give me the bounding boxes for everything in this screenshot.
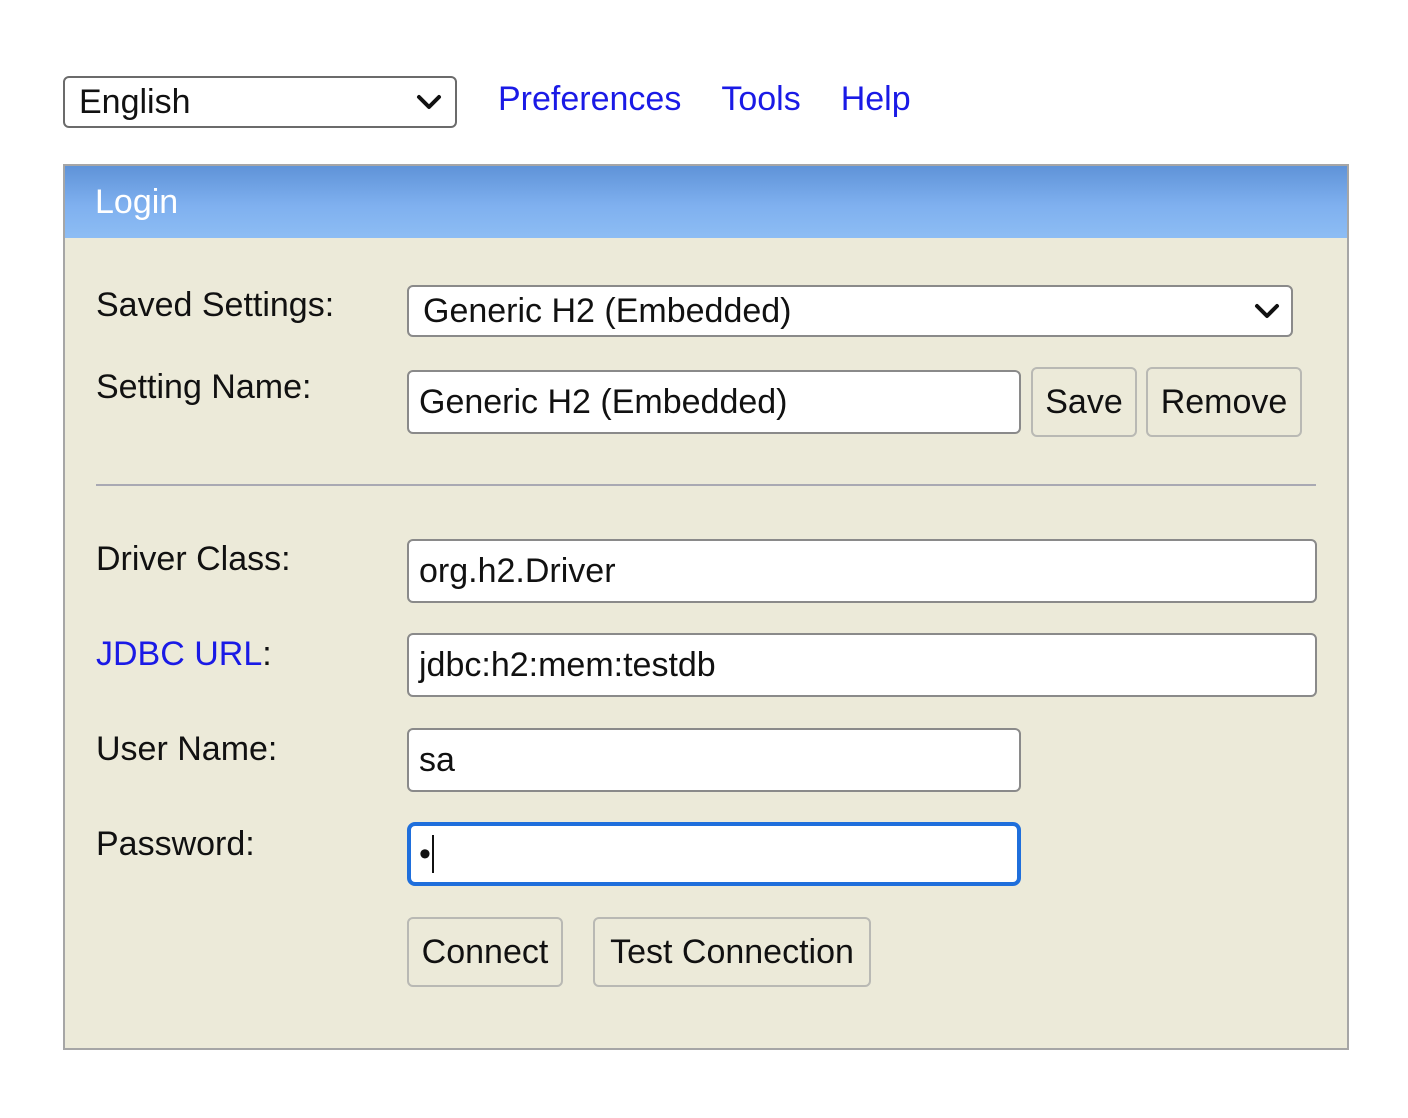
setting-name-label: Setting Name: — [96, 368, 312, 406]
saved-settings-value: Generic H2 (Embedded) — [423, 291, 792, 330]
user-name-value: sa — [419, 740, 455, 779]
login-panel: Login Saved Settings: Generic H2 (Embedd… — [63, 164, 1349, 1050]
panel-title: Login — [65, 166, 1347, 238]
user-name-input[interactable]: sa — [407, 728, 1021, 792]
user-name-label: User Name: — [96, 730, 278, 768]
remove-button[interactable]: Remove — [1146, 367, 1302, 437]
divider — [96, 484, 1316, 486]
connect-button[interactable]: Connect — [407, 917, 563, 987]
save-button[interactable]: Save — [1031, 367, 1137, 437]
password-input[interactable]: • — [407, 822, 1021, 886]
saved-settings-label: Saved Settings: — [96, 286, 335, 324]
setting-name-value: Generic H2 (Embedded) — [419, 382, 788, 421]
tools-link[interactable]: Tools — [721, 80, 800, 119]
jdbc-url-input[interactable]: jdbc:h2:mem:testdb — [407, 633, 1317, 697]
test-connection-button[interactable]: Test Connection — [593, 917, 871, 987]
text-caret — [431, 835, 434, 873]
setting-name-input[interactable]: Generic H2 (Embedded) — [407, 370, 1021, 434]
top-nav-links: Preferences Tools Help — [498, 80, 911, 119]
help-link[interactable]: Help — [841, 80, 911, 119]
jdbc-url-label: JDBC URL: — [96, 635, 272, 674]
password-value: • — [419, 834, 431, 873]
language-select-value: English — [79, 82, 191, 121]
jdbc-url-value: jdbc:h2:mem:testdb — [419, 645, 716, 684]
jdbc-url-colon: : — [262, 635, 272, 673]
saved-settings-select[interactable]: Generic H2 (Embedded) — [407, 285, 1293, 337]
chevron-down-icon — [1253, 297, 1281, 325]
top-bar: English — [63, 75, 457, 129]
driver-class-value: org.h2.Driver — [419, 551, 616, 590]
password-label: Password: — [96, 825, 255, 863]
chevron-down-icon — [415, 88, 443, 116]
driver-class-input[interactable]: org.h2.Driver — [407, 539, 1317, 603]
preferences-link[interactable]: Preferences — [498, 80, 681, 119]
driver-class-label: Driver Class: — [96, 540, 291, 578]
language-select[interactable]: English — [63, 76, 457, 128]
jdbc-url-link[interactable]: JDBC URL — [96, 635, 262, 673]
